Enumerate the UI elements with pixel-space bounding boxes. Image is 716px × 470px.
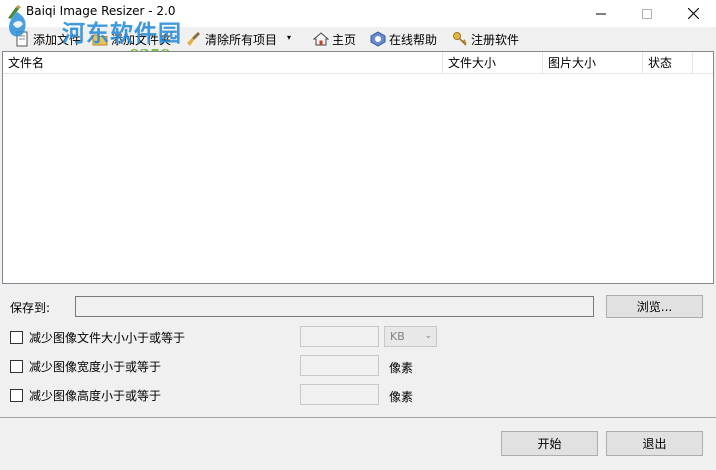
file-size-unit-value: KB xyxy=(390,330,405,343)
browse-button[interactable]: 浏览... xyxy=(606,295,703,318)
close-button[interactable] xyxy=(670,0,716,27)
watermark-logo-icon xyxy=(8,12,26,37)
browse-label: 浏览... xyxy=(636,300,673,314)
broom-icon xyxy=(187,32,200,46)
maximize-icon xyxy=(642,8,652,19)
file-size-input[interactable] xyxy=(300,326,379,347)
height-option[interactable]: 减少图像高度小于或等于 xyxy=(10,387,161,403)
start-label: 开始 xyxy=(537,437,562,451)
file-list[interactable]: 文件名 文件大小 图片大小 状态 xyxy=(2,51,714,284)
key-icon xyxy=(453,32,467,46)
help-icon xyxy=(370,31,386,47)
maximize-button[interactable] xyxy=(624,0,670,27)
width-unit: 像素 xyxy=(389,361,414,375)
file-size-label: 减少图像文件大小小于或等于 xyxy=(29,330,186,345)
file-size-unit-select[interactable]: KB ⌄ xyxy=(384,326,437,347)
watermark-title: 河东软件园 xyxy=(62,20,182,47)
column-header-file-size[interactable]: 文件大小 xyxy=(443,52,543,74)
minimize-icon xyxy=(596,13,606,14)
width-input[interactable] xyxy=(300,355,379,376)
online-help-button[interactable]: 在线帮助 xyxy=(370,29,437,49)
height-label: 减少图像高度小于或等于 xyxy=(29,388,162,403)
width-option[interactable]: 减少图像宽度小于或等于 xyxy=(10,358,161,374)
width-label: 减少图像宽度小于或等于 xyxy=(29,359,162,374)
column-header-image-size[interactable]: 图片大小 xyxy=(543,52,643,74)
width-checkbox[interactable] xyxy=(10,359,23,373)
home-label: 主页 xyxy=(332,32,357,47)
chevron-down-icon: ⌄ xyxy=(424,331,432,341)
file-size-option[interactable]: 减少图像文件大小小于或等于 xyxy=(10,329,185,345)
divider xyxy=(0,417,716,418)
column-header-filename[interactable]: 文件名 xyxy=(3,52,443,74)
register-label: 注册软件 xyxy=(471,32,520,47)
home-button[interactable]: 主页 xyxy=(313,29,356,49)
home-icon xyxy=(313,32,329,46)
clear-dropdown-icon[interactable]: ▾ xyxy=(287,33,291,42)
register-button[interactable]: 注册软件 xyxy=(452,29,519,49)
exit-button[interactable]: 退出 xyxy=(606,431,703,456)
height-unit: 像素 xyxy=(389,390,414,404)
save-path-input[interactable] xyxy=(75,296,594,317)
height-input[interactable] xyxy=(300,384,379,405)
close-icon xyxy=(687,8,699,19)
clear-all-button[interactable]: 清除所有项目 xyxy=(186,29,277,49)
clear-all-label: 清除所有项目 xyxy=(205,32,278,47)
minimize-button[interactable] xyxy=(578,0,624,27)
height-checkbox[interactable] xyxy=(10,388,23,402)
file-list-header: 文件名 文件大小 图片大小 状态 xyxy=(3,52,713,74)
column-header-status[interactable]: 状态 xyxy=(643,52,693,74)
exit-label: 退出 xyxy=(642,437,667,451)
save-to-label: 保存到: xyxy=(10,301,51,315)
file-size-checkbox[interactable] xyxy=(10,330,23,344)
start-button[interactable]: 开始 xyxy=(501,431,598,456)
online-help-label: 在线帮助 xyxy=(389,32,438,47)
